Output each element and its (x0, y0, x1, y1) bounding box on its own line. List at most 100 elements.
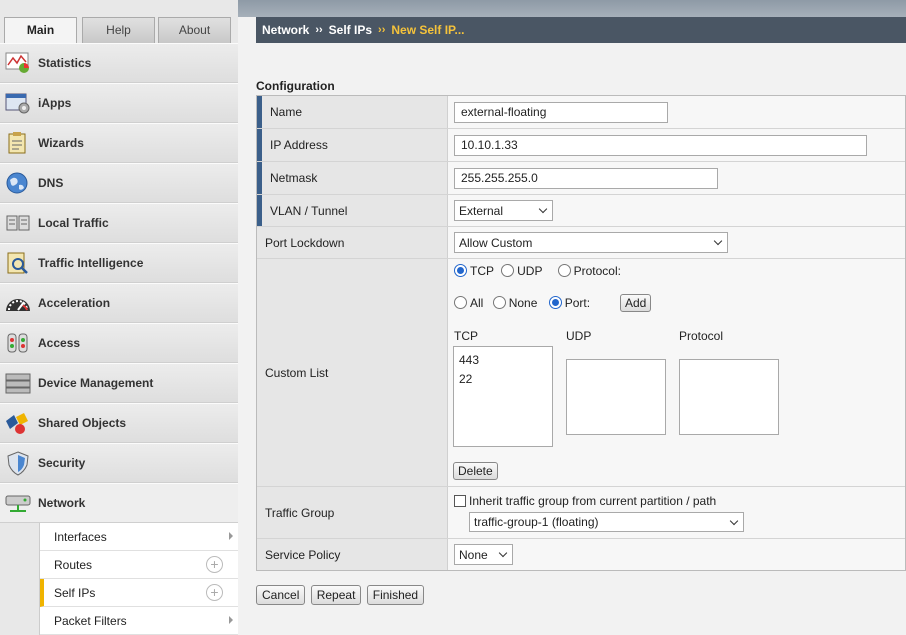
add-circle-icon[interactable]: + (206, 584, 223, 601)
radio-all-label: All (470, 296, 484, 310)
port-lockdown-select[interactable]: Allow Custom (454, 232, 728, 253)
add-button[interactable]: Add (620, 294, 652, 312)
port-lockdown-label: Port Lockdown (257, 227, 448, 258)
form-actions: Cancel Repeat Finished (256, 585, 426, 605)
breadcrumb-network[interactable]: Network (262, 23, 309, 37)
menu-item-security[interactable]: Security (0, 443, 238, 483)
finished-button[interactable]: Finished (366, 585, 425, 605)
vlan-select-value: External (459, 203, 504, 218)
tab-help[interactable]: Help (82, 17, 155, 43)
menu-item-acceleration[interactable]: Acceleration (0, 283, 238, 323)
breadcrumb: Network ›› Self IPs ›› New Self IP... (256, 17, 906, 43)
menu-label: DNS (38, 176, 64, 190)
menu-label: Acceleration (38, 296, 111, 310)
main-content: Configuration Name IP Address Netmask VL… (238, 43, 906, 635)
menu-item-network[interactable]: Network (0, 483, 238, 523)
service-policy-label: Service Policy (257, 539, 448, 570)
udp-port-list[interactable] (566, 359, 666, 435)
menu-label: Statistics (38, 56, 92, 70)
inherit-traffic-group-text: Inherit traffic group from current parti… (469, 494, 717, 508)
row-custom-list: Custom List TCP UDP Protocol: All None P… (257, 259, 905, 487)
menu-label: Local Traffic (38, 216, 109, 230)
submenu-item-routes[interactable]: Routes + (40, 551, 238, 579)
list-item[interactable]: 443 (459, 351, 547, 370)
vlan-select[interactable]: External (454, 200, 553, 221)
radio-none-label: None (508, 296, 538, 310)
inherit-traffic-group: Inherit traffic group from current parti… (454, 494, 716, 508)
submenu-item-interfaces[interactable]: Interfaces (40, 523, 238, 551)
access-icon (4, 330, 32, 356)
row-netmask: Netmask (257, 162, 905, 195)
menu-label: Wizards (38, 136, 84, 150)
protocol-list[interactable] (679, 359, 779, 435)
traffic-intelligence-icon (4, 250, 32, 276)
menu-label: Network (38, 496, 86, 510)
tab-main[interactable]: Main (4, 17, 77, 44)
add-circle-icon[interactable]: + (206, 556, 223, 573)
menu-label: Shared Objects (38, 416, 127, 430)
tcp-port-list[interactable]: 443 22 (453, 346, 553, 447)
menu-item-device-management[interactable]: Device Management (0, 363, 238, 403)
radio-none[interactable] (492, 296, 506, 309)
network-icon (4, 490, 32, 516)
radio-protocol[interactable] (557, 264, 571, 277)
name-input[interactable] (454, 101, 668, 123)
radio-protocol-label: Protocol: (573, 264, 621, 278)
port-lockdown-select-value: Allow Custom (459, 235, 533, 250)
breadcrumb-self-ips[interactable]: Self IPs (329, 23, 372, 37)
protocol-list-header: Protocol (679, 329, 724, 343)
ip-address-input[interactable] (454, 134, 867, 156)
row-traffic-group: Traffic Group Inherit traffic group from… (257, 487, 905, 539)
sidebar-tabs: Main Help About (0, 17, 238, 44)
submenu-item-self-ips[interactable]: Self IPs + (40, 579, 238, 607)
chevron-right-icon (229, 532, 233, 540)
custom-list-label: Custom List (257, 259, 448, 486)
menu-label: Traffic Intelligence (38, 256, 144, 270)
self-ip-form: Name IP Address Netmask VLAN / Tunnel Ex… (256, 95, 906, 571)
dns-globe-icon (4, 170, 32, 196)
menu-item-traffic-intelligence[interactable]: Traffic Intelligence (0, 243, 238, 283)
delete-button[interactable]: Delete (453, 462, 498, 480)
radio-all[interactable] (454, 296, 467, 309)
row-vlan: VLAN / Tunnel External (257, 195, 905, 227)
menu-label: Device Management (38, 376, 154, 390)
radio-port-label: Port: (564, 296, 591, 310)
menu-item-access[interactable]: Access (0, 323, 238, 363)
shared-objects-icon (4, 410, 32, 436)
netmask-input[interactable] (454, 167, 718, 189)
radio-port[interactable] (548, 296, 562, 309)
menu-label: Security (38, 456, 86, 470)
submenu-label: Self IPs (54, 585, 96, 600)
breadcrumb-separator: ›› (315, 24, 323, 36)
radio-tcp[interactable] (454, 264, 467, 277)
service-policy-select[interactable]: None (454, 544, 513, 565)
repeat-button[interactable]: Repeat (310, 585, 362, 605)
menu-item-shared-objects[interactable]: Shared Objects (0, 403, 238, 443)
iapps-icon (4, 90, 32, 116)
main-menu: Statistics iApps Wizards DNS Local Traff… (0, 43, 238, 635)
service-policy-select-value: None (459, 547, 488, 562)
cancel-button[interactable]: Cancel (256, 585, 306, 605)
menu-item-local-traffic[interactable]: Local Traffic (0, 203, 238, 243)
chevron-down-icon (729, 516, 739, 526)
acceleration-gauge-icon (4, 290, 32, 316)
inherit-traffic-group-checkbox[interactable] (454, 495, 466, 507)
traffic-group-select[interactable]: traffic-group-1 (floating) (469, 512, 744, 532)
row-service-policy: Service Policy None (257, 539, 905, 570)
breadcrumb-separator: ›› (378, 24, 386, 36)
tab-about[interactable]: About (158, 17, 231, 43)
chevron-down-icon (538, 204, 548, 214)
port-radio-group: All None Port: (454, 296, 590, 310)
menu-item-statistics[interactable]: Statistics (0, 43, 238, 83)
menu-item-dns[interactable]: DNS (0, 163, 238, 203)
menu-item-wizards[interactable]: Wizards (0, 123, 238, 163)
menu-label: Access (38, 336, 81, 350)
list-item[interactable]: 22 (459, 370, 547, 389)
traffic-group-select-value: traffic-group-1 (floating) (474, 515, 599, 529)
row-name: Name (257, 96, 905, 129)
submenu-item-packet-filters[interactable]: Packet Filters (40, 607, 238, 635)
menu-item-iapps[interactable]: iApps (0, 83, 238, 123)
submenu-label: Interfaces (54, 529, 107, 544)
wizards-icon (4, 130, 32, 156)
radio-udp[interactable] (501, 264, 515, 277)
